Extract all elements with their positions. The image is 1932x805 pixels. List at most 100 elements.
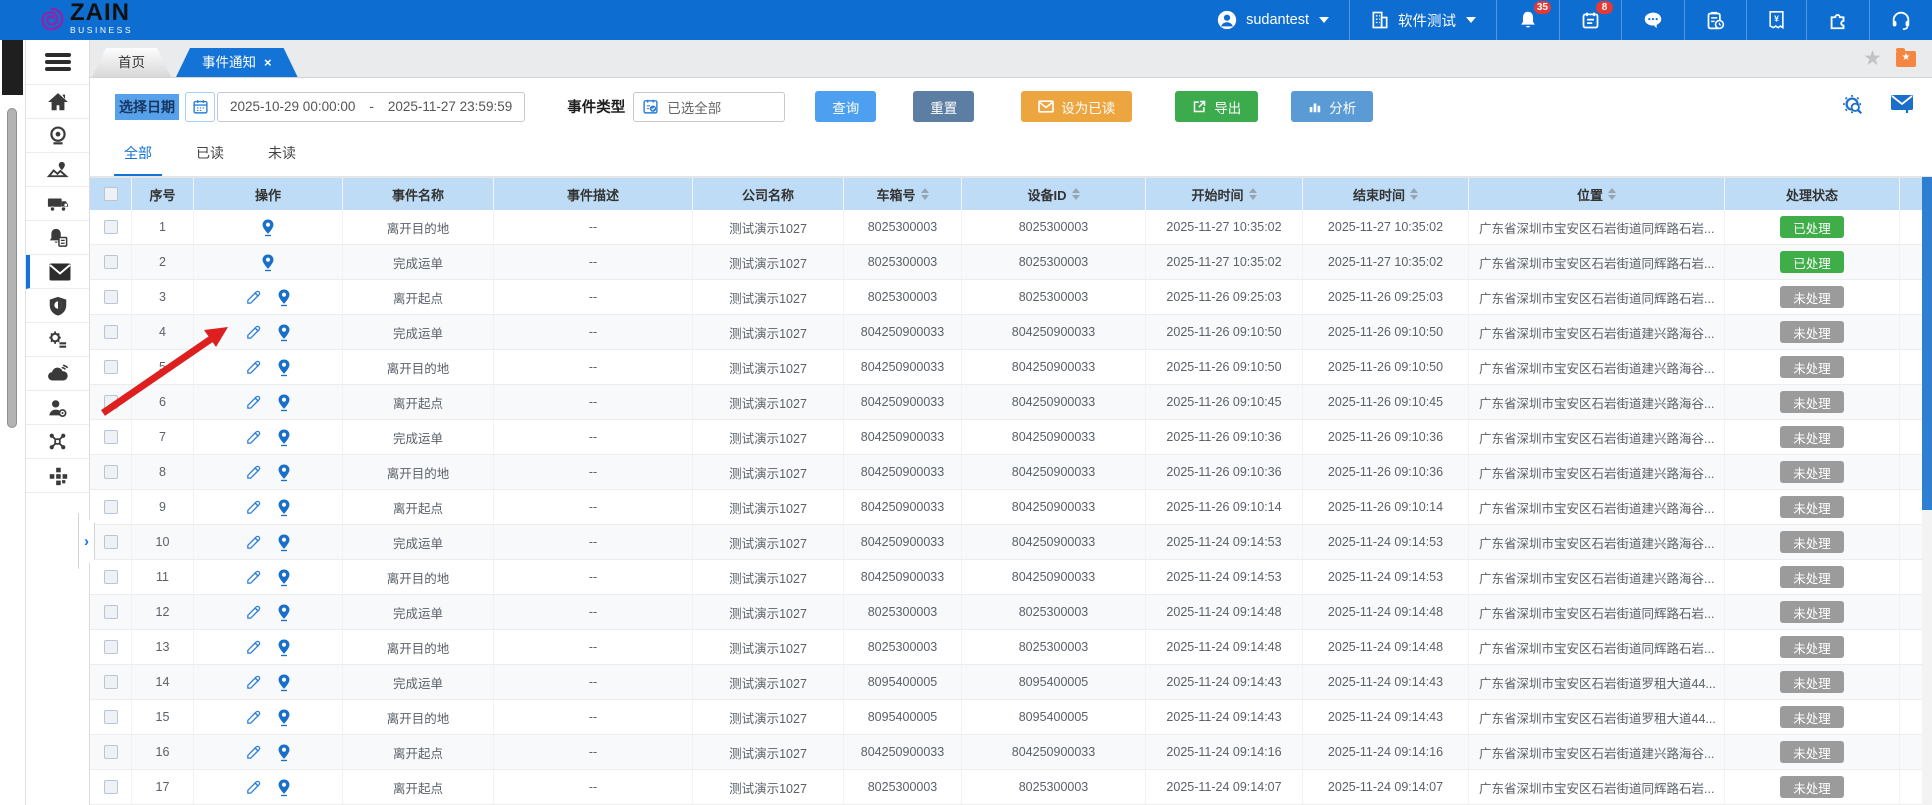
row-checkbox[interactable] <box>104 500 118 514</box>
column-header[interactable]: 结束时间 <box>1303 178 1469 210</box>
mark-read-button[interactable]: 设为已读 <box>1021 91 1132 122</box>
sort-icon[interactable] <box>1608 188 1616 200</box>
sort-icon[interactable] <box>1249 188 1257 200</box>
status-badge[interactable]: 已处理 <box>1780 216 1844 238</box>
status-badge[interactable]: 未处理 <box>1780 636 1844 658</box>
status-badge[interactable]: 未处理 <box>1780 461 1844 483</box>
edit-button[interactable] <box>245 359 262 376</box>
reset-button[interactable]: 重置 <box>913 91 974 122</box>
row-checkbox[interactable] <box>104 710 118 724</box>
row-checkbox[interactable] <box>104 745 118 759</box>
table-row[interactable]: 6离开起点--测试演示10278042509000338042509000332… <box>90 385 1932 420</box>
row-checkbox[interactable] <box>104 430 118 444</box>
table-row[interactable]: 13离开目的地--测试演示102780253000038025300003202… <box>90 630 1932 665</box>
tab-unread[interactable]: 未读 <box>258 143 306 176</box>
edit-button[interactable] <box>245 674 262 691</box>
edit-button[interactable] <box>245 289 262 306</box>
edit-button[interactable] <box>245 394 262 411</box>
locate-button[interactable] <box>276 428 292 447</box>
event-type-select[interactable]: 已选全部 <box>633 92 785 122</box>
sidebar-item-map[interactable] <box>26 153 89 187</box>
sidebar-toggle-button[interactable] <box>26 40 89 85</box>
table-row[interactable]: 16离开起点--测试演示1027804250900033804250900033… <box>90 735 1932 770</box>
row-checkbox[interactable] <box>104 465 118 479</box>
status-badge[interactable]: 未处理 <box>1780 321 1844 343</box>
row-checkbox[interactable] <box>104 780 118 794</box>
locate-button[interactable] <box>276 603 292 622</box>
edit-button[interactable] <box>245 779 262 796</box>
org-menu[interactable]: 软件测试 <box>1349 0 1496 40</box>
table-row[interactable]: 9离开起点--测试演示10278042509000338042509000332… <box>90 490 1932 525</box>
tab-read[interactable]: 已读 <box>186 143 234 176</box>
row-checkbox[interactable] <box>104 675 118 689</box>
sort-icon[interactable] <box>1410 188 1418 200</box>
locate-button[interactable] <box>276 708 292 727</box>
sidebar-item-alarm-report[interactable] <box>26 221 89 255</box>
status-badge[interactable]: 已处理 <box>1780 251 1844 273</box>
row-checkbox[interactable] <box>104 290 118 304</box>
locate-button[interactable] <box>276 743 292 762</box>
row-checkbox[interactable] <box>104 395 118 409</box>
column-header[interactable]: 开始时间 <box>1146 178 1303 210</box>
sidebar-item-network[interactable] <box>26 425 89 459</box>
edit-button[interactable] <box>245 569 262 586</box>
locate-button[interactable] <box>276 323 292 342</box>
status-badge[interactable]: 未处理 <box>1780 391 1844 413</box>
locate-button[interactable] <box>260 218 276 237</box>
edit-button[interactable] <box>245 744 262 761</box>
date-range-input[interactable]: 2025-10-29 00:00:00 - 2025-11-27 23:59:5… <box>217 92 525 122</box>
table-row[interactable]: 14完成运单--测试演示1027809540000580954000052025… <box>90 665 1932 700</box>
sidebar-item-users[interactable] <box>26 391 89 425</box>
edit-button[interactable] <box>245 499 262 516</box>
table-row[interactable]: 2完成运单--测试演示1027802530000380253000032025-… <box>90 245 1932 280</box>
status-badge[interactable]: 未处理 <box>1780 566 1844 588</box>
tasks-button[interactable] <box>1684 0 1746 40</box>
status-badge[interactable]: 未处理 <box>1780 426 1844 448</box>
notifications-button[interactable]: 35 <box>1496 0 1559 40</box>
table-row[interactable]: 7完成运单--测试演示10278042509000338042509000332… <box>90 420 1932 455</box>
sidebar-item-home[interactable] <box>26 85 89 119</box>
table-row[interactable]: 4完成运单--测试演示10278042509000338042509000332… <box>90 315 1932 350</box>
favorites-folder-icon[interactable]: ★ <box>1896 51 1916 67</box>
locate-button[interactable] <box>276 778 292 797</box>
locate-button[interactable] <box>276 533 292 552</box>
select-all-checkbox[interactable] <box>104 187 118 201</box>
left-scrollbar-thumb[interactable] <box>7 108 17 428</box>
sidebar-item-monitor[interactable] <box>26 119 89 153</box>
analyze-button[interactable]: 分析 <box>1291 91 1373 122</box>
table-row[interactable]: 15离开目的地--测试演示102780954000058095400005202… <box>90 700 1932 735</box>
schedule-button[interactable]: 8 <box>1559 0 1621 40</box>
status-badge[interactable]: 未处理 <box>1780 776 1844 798</box>
locate-button[interactable] <box>276 463 292 482</box>
table-row[interactable]: 10完成运单--测试演示1027804250900033804250900033… <box>90 525 1932 560</box>
billing-button[interactable]: ¥ <box>1746 0 1806 40</box>
tab-home[interactable]: 首页 <box>92 48 171 77</box>
query-button[interactable]: 查询 <box>815 91 876 122</box>
table-row[interactable]: 8离开目的地--测试演示1027804250900033804250900033… <box>90 455 1932 490</box>
edit-button[interactable] <box>245 604 262 621</box>
status-badge[interactable]: 未处理 <box>1780 286 1844 308</box>
tab-close-icon[interactable]: × <box>264 55 272 70</box>
sidebar-item-vehicles[interactable] <box>26 187 89 221</box>
sidebar-item-extensions[interactable] <box>26 459 89 493</box>
sidebar-item-security[interactable] <box>26 289 89 323</box>
row-checkbox[interactable] <box>104 220 118 234</box>
table-row[interactable]: 17离开起点--测试演示1027802530000380253000032025… <box>90 770 1932 805</box>
sidebar-item-event-notification[interactable] <box>26 255 89 289</box>
locate-button[interactable] <box>276 393 292 412</box>
row-checkbox[interactable] <box>104 640 118 654</box>
user-menu[interactable]: sudantest <box>1196 0 1349 40</box>
row-checkbox[interactable] <box>104 325 118 339</box>
export-button[interactable]: 导出 <box>1175 91 1258 122</box>
support-button[interactable] <box>1869 0 1932 40</box>
table-row[interactable]: 5离开目的地--测试演示1027804250900033804250900033… <box>90 350 1932 385</box>
edit-button[interactable] <box>245 639 262 656</box>
row-checkbox[interactable] <box>104 605 118 619</box>
edit-button[interactable] <box>245 709 262 726</box>
table-row[interactable]: 1离开目的地--测试演示1027802530000380253000032025… <box>90 210 1932 245</box>
sort-icon[interactable] <box>921 188 929 200</box>
mail-export-button[interactable] <box>1890 94 1914 119</box>
table-row[interactable]: 12完成运单--测试演示1027802530000380253000032025… <box>90 595 1932 630</box>
row-checkbox[interactable] <box>104 570 118 584</box>
table-row[interactable]: 11离开目的地--测试演示102780425090003380425090003… <box>90 560 1932 595</box>
